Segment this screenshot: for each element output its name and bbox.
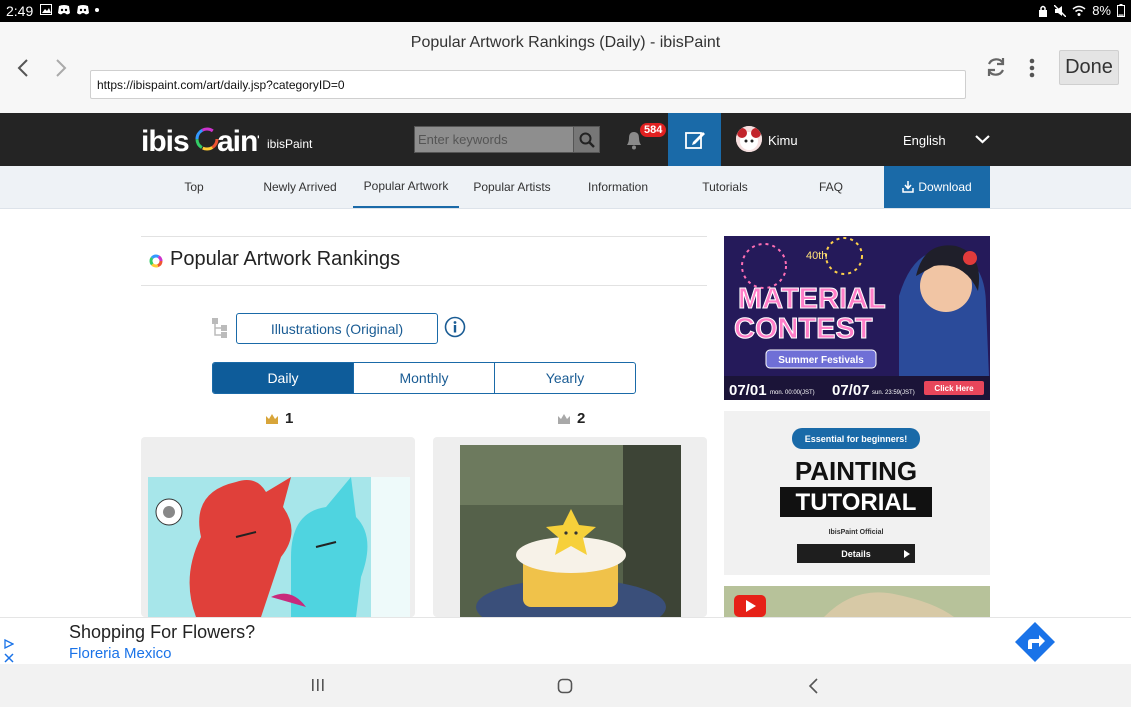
edit-icon: [684, 131, 705, 149]
forward-button[interactable]: [54, 58, 68, 78]
back-button[interactable]: [16, 58, 30, 78]
search-icon: [579, 132, 595, 148]
discord-icon: [76, 4, 90, 15]
contest-theme: Summer Festivals: [778, 355, 864, 366]
contest-edition: 40th: [806, 250, 827, 262]
tab-daily[interactable]: Daily: [213, 363, 354, 393]
back-nav-icon[interactable]: [807, 678, 819, 694]
gallery-icon: [40, 4, 52, 15]
site-nav: Top Newly Arrived Popular Artwork Popula…: [0, 166, 1131, 209]
refresh-icon[interactable]: [985, 56, 1007, 78]
status-notification-icons: [40, 4, 99, 15]
mute-icon: [1054, 4, 1067, 17]
contest-cta: Click Here: [934, 384, 974, 393]
tutorial-cta: Details: [841, 549, 871, 559]
logo-wordmark-icon: ibis aint: [141, 125, 259, 157]
close-icon[interactable]: [4, 653, 14, 663]
bottom-ad-banner[interactable]: Shopping For Flowers? Floreria Mexico: [0, 617, 1131, 664]
nav-newly-arrived[interactable]: Newly Arrived: [252, 166, 348, 208]
status-system-icons: 8%: [1038, 3, 1125, 18]
tab-yearly[interactable]: Yearly: [495, 363, 635, 393]
contest-end-meta: sun. 23:59(JST): [872, 390, 915, 396]
silver-crown-icon: [558, 413, 570, 424]
chevron-down-icon[interactable]: [975, 134, 990, 144]
period-tabs: Daily Monthly Yearly: [212, 362, 636, 394]
avatar[interactable]: [736, 126, 762, 152]
tutorial-brand: IbisPaint Official: [829, 529, 884, 536]
tab-monthly[interactable]: Monthly: [354, 363, 495, 393]
home-icon[interactable]: [557, 678, 573, 694]
svg-text:ibis: ibis: [141, 125, 189, 157]
nav-information[interactable]: Information: [578, 166, 658, 208]
notification-badge: 584: [640, 123, 667, 137]
rank-1-label: 1: [265, 410, 293, 427]
url-field[interactable]: https://ibispaint.com/art/daily.jsp?cate…: [90, 70, 966, 99]
ibispaint-logo[interactable]: ibis aint: [141, 124, 259, 157]
browser-header: Popular Artwork Rankings (Daily) - ibisP…: [0, 22, 1131, 113]
ad-title[interactable]: Shopping For Flowers?: [69, 622, 255, 643]
download-icon: [902, 181, 915, 193]
search-box: [414, 126, 600, 153]
tutorial-title-2: TUTORIAL: [796, 489, 917, 516]
artwork-card-2[interactable]: [433, 437, 707, 617]
download-label: Download: [918, 180, 972, 194]
tutorial-banner[interactable]: Essential for beginners! PAINTING TUTORI…: [724, 411, 990, 575]
recent-apps-icon[interactable]: [311, 678, 325, 692]
nav-faq[interactable]: FAQ: [806, 166, 856, 208]
search-input[interactable]: [415, 127, 573, 152]
contest-end-date: 07/07: [832, 382, 870, 399]
nav-popular-artists[interactable]: Popular Artists: [465, 166, 559, 208]
discord-icon: [57, 4, 71, 15]
page-title: Popular Artwork Rankings (Daily) - ibisP…: [410, 34, 721, 51]
ad-choices-icon[interactable]: [4, 639, 14, 649]
info-icon[interactable]: [444, 316, 466, 338]
system-nav-bar: [0, 664, 1131, 707]
gold-crown-icon: [266, 413, 278, 424]
ranking-title: Popular Artwork Rankings: [170, 248, 401, 270]
done-button[interactable]: Done: [1059, 50, 1119, 85]
video-banner[interactable]: [724, 586, 990, 617]
contest-start-meta: mon. 00:00(JST): [770, 390, 815, 396]
more-options-icon[interactable]: [1029, 58, 1035, 78]
username[interactable]: Kimu: [768, 133, 798, 148]
status-bar: 2:49 8%: [0, 0, 1131, 22]
contest-banner[interactable]: 40th MATERIAL CONTEST Summer Festivals 0…: [724, 236, 990, 400]
rank-number: 1: [285, 410, 294, 427]
logo-subtitle: ibisPaint: [267, 137, 313, 151]
contest-title-1: MATERIAL: [738, 283, 886, 315]
draw-button[interactable]: [668, 113, 721, 166]
language-select[interactable]: English: [903, 133, 946, 148]
site-header: ibis aint ibisPaint 584 Kimu English: [0, 113, 1131, 166]
rank-number: 2: [577, 410, 586, 427]
nav-popular-artwork[interactable]: Popular Artwork: [353, 166, 459, 208]
artwork-thumbnail-2[interactable]: [433, 437, 707, 617]
tutorial-title-1: PAINTING: [795, 456, 917, 486]
svg-text:aint: aint: [217, 125, 259, 157]
contest-start-date: 07/01: [729, 382, 767, 399]
color-wheel-icon: [149, 254, 163, 268]
download-button[interactable]: Download: [884, 166, 990, 208]
nav-top[interactable]: Top: [164, 166, 224, 208]
ranking-header: Popular Artwork Rankings: [141, 236, 707, 286]
status-time: 2:49: [6, 3, 34, 19]
tree-icon: [211, 317, 229, 339]
artwork-thumbnail-1[interactable]: [141, 437, 415, 617]
category-select[interactable]: Illustrations (Original): [236, 313, 438, 344]
artwork-card-1[interactable]: [141, 437, 415, 617]
search-button[interactable]: [573, 127, 599, 152]
tutorial-badge: Essential for beginners!: [805, 434, 908, 444]
directions-icon[interactable]: [1013, 620, 1057, 664]
dot-icon: [95, 7, 99, 12]
ad-advertiser[interactable]: Floreria Mexico: [69, 645, 172, 662]
contest-title-2: CONTEST: [734, 313, 873, 345]
wifi-icon: [1072, 5, 1086, 16]
rank-2-label: 2: [557, 410, 585, 427]
battery-text: 8%: [1092, 3, 1111, 18]
nav-tutorials[interactable]: Tutorials: [690, 166, 760, 208]
lock-icon: [1038, 5, 1048, 17]
battery-icon: [1117, 4, 1125, 17]
